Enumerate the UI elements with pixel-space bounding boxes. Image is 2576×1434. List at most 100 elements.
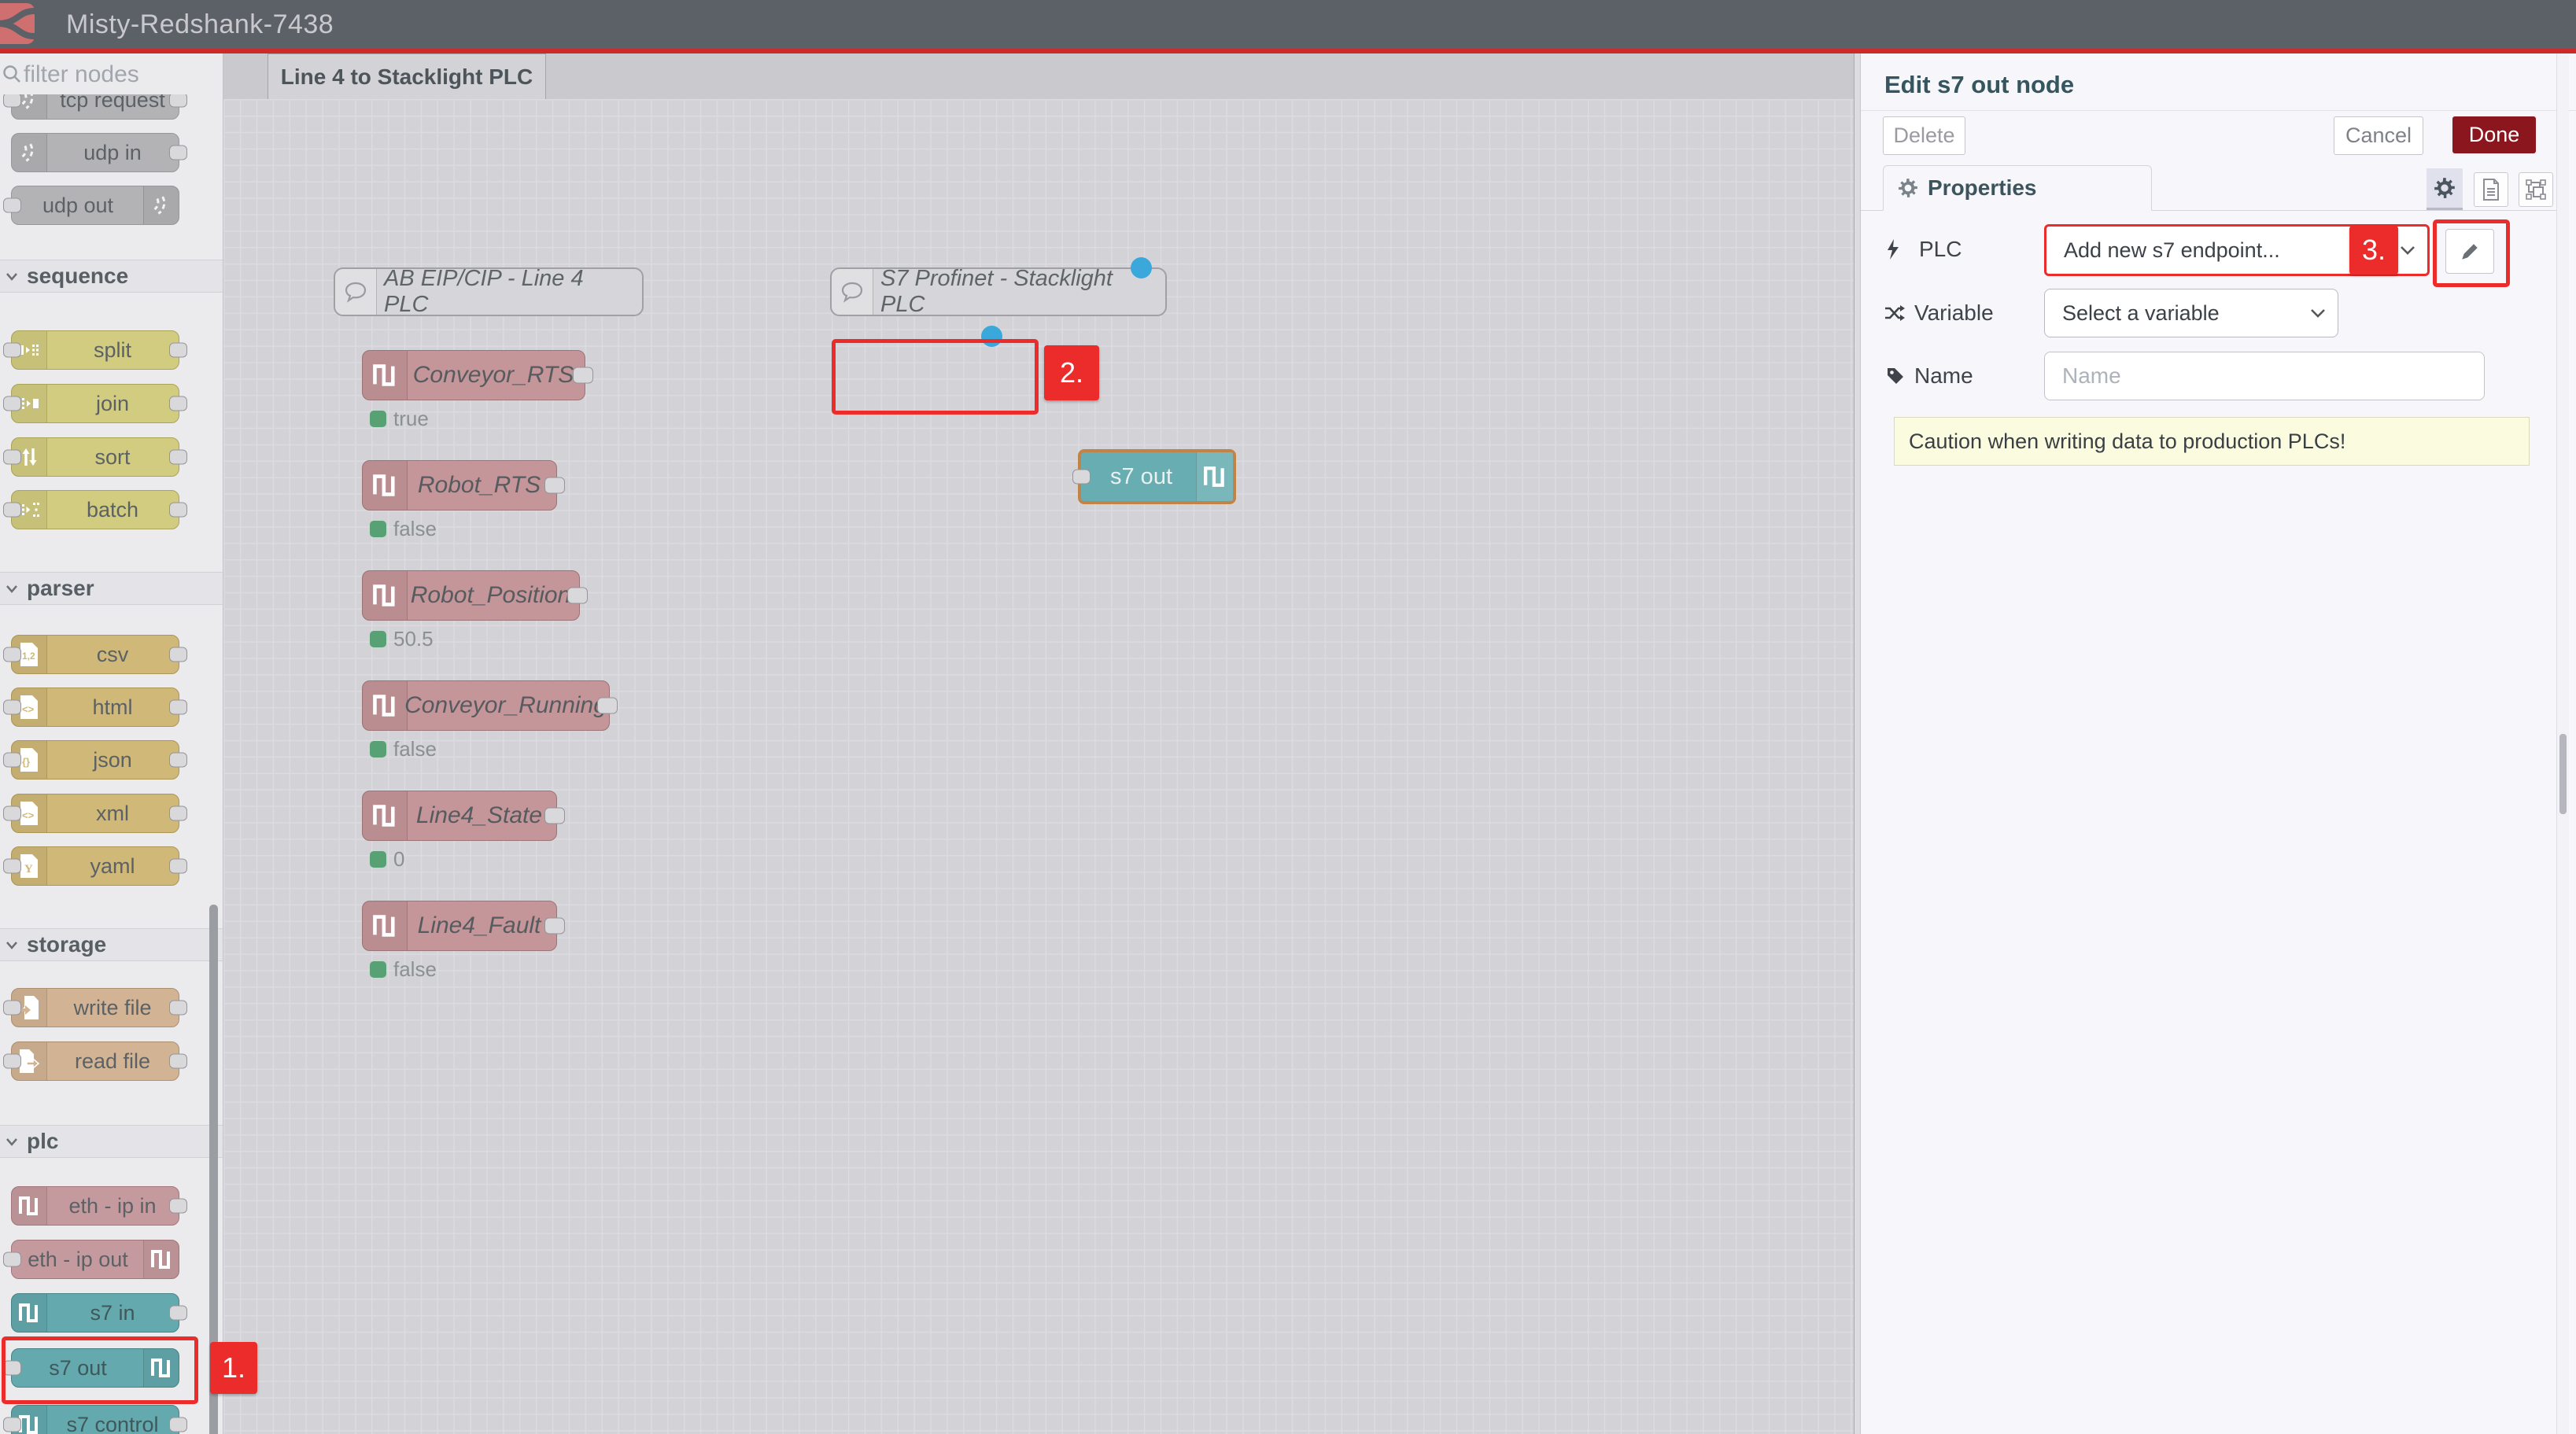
palette-node-join[interactable]: join	[11, 384, 179, 423]
appearance-icon	[2525, 179, 2547, 201]
shuffle-icon	[1884, 304, 1905, 322]
status-dot	[370, 631, 386, 647]
node-status: 50.5	[370, 627, 434, 651]
palette-node-eth-ip-out[interactable]: eth - ip out	[11, 1240, 179, 1279]
palette-node-udp-out[interactable]: udp out	[11, 186, 179, 225]
flow-node-line4-fault[interactable]: Line4_Fault	[362, 901, 557, 951]
flow-node-s7-out-selected[interactable]: s7 out	[1078, 449, 1236, 504]
edit-node-tray: Edit s7 out node Delete Cancel Done Prop…	[1854, 53, 2576, 1434]
appearance-section-button[interactable]	[2519, 172, 2553, 207]
annotation-badge-1: 1.	[210, 1342, 257, 1394]
cancel-button[interactable]: Cancel	[2334, 116, 2423, 155]
palette-node-html[interactable]: <> html	[11, 688, 179, 727]
palette-node-read-file[interactable]: read file	[11, 1041, 179, 1081]
flow-node-line4-state[interactable]: Line4_State	[362, 791, 557, 841]
palette-node-batch[interactable]: batch	[11, 490, 179, 529]
done-button[interactable]: Done	[2452, 116, 2536, 153]
annotation-box-1	[2, 1336, 198, 1404]
comment-label: S7 Profinet - Stacklight PLC	[880, 269, 1157, 315]
pulse-icon	[363, 791, 408, 840]
tray-resize-handle[interactable]	[1854, 53, 1861, 1434]
gear-icon	[1898, 178, 1918, 198]
status-dot	[370, 741, 386, 758]
workspace-tabbar: Line 4 to Stacklight PLC	[223, 53, 1854, 99]
chevron-down-icon	[5, 1135, 19, 1148]
svg-text:<>: <>	[22, 809, 35, 821]
status-dot	[370, 961, 386, 978]
svg-text:Y: Y	[24, 863, 33, 876]
comment-node[interactable]: S7 Profinet - Stacklight PLC	[830, 267, 1167, 316]
pulse-icon	[363, 351, 408, 400]
palette-node-split[interactable]: split	[11, 330, 179, 370]
pulse-icon	[12, 1187, 47, 1225]
palette-node-eth-ip-in[interactable]: eth - ip in	[11, 1186, 179, 1226]
changed-indicator-dot	[1131, 257, 1152, 278]
comment-bubble-icon	[832, 269, 873, 315]
gear-icon	[2434, 177, 2456, 199]
variable-field-label: Variable	[1884, 300, 1994, 326]
document-icon	[2482, 179, 2500, 201]
flow-node-robot-rts[interactable]: Robot_RTS	[362, 460, 557, 511]
palette-category-plc[interactable]: plc	[0, 1125, 223, 1158]
palette-node-s7-in[interactable]: s7 in	[11, 1293, 179, 1333]
delete-button[interactable]: Delete	[1883, 116, 1965, 155]
palette-category-parser[interactable]: parser	[0, 572, 223, 605]
palette-category-storage[interactable]: storage	[0, 928, 223, 961]
properties-section-button[interactable]	[2427, 168, 2463, 210]
tray-title: Edit s7 out node	[1884, 71, 2074, 99]
annotation-badge-2: 2.	[1044, 345, 1099, 400]
svg-text:<>: <>	[22, 703, 35, 715]
app-header: Misty-Redshank-7438	[0, 0, 2576, 49]
tray-scrollbar[interactable]	[2556, 53, 2569, 1434]
annotation-box-3	[2433, 219, 2510, 287]
comment-bubble-icon	[335, 269, 377, 315]
tray-scrollbar-thumb[interactable]	[2559, 734, 2567, 814]
palette-node-s7-control[interactable]: s7 control	[11, 1405, 179, 1434]
tab-properties[interactable]: Properties	[1883, 165, 2152, 211]
node-status: 0	[370, 847, 404, 872]
status-dot	[370, 411, 386, 427]
palette-node-xml[interactable]: <> xml	[11, 794, 179, 833]
flow-node-conveyor-rts[interactable]: Conveyor_RTS	[362, 350, 585, 400]
palette-node-json[interactable]: {} json	[11, 740, 179, 780]
palette-node-yaml[interactable]: Y yaml	[11, 846, 179, 886]
lightning-icon	[1886, 239, 1900, 260]
pulse-icon	[363, 571, 408, 620]
pulse-icon	[363, 901, 408, 950]
chevron-down-icon	[5, 938, 19, 951]
palette-node-csv[interactable]: 1,2 csv	[11, 635, 179, 674]
palette-category-sequence[interactable]: sequence	[0, 260, 223, 293]
node-status: false	[370, 737, 437, 761]
palette-node-sort[interactable]: sort	[11, 437, 179, 477]
flow-node-conveyor-running[interactable]: Conveyor_Running	[362, 680, 610, 731]
description-section-button[interactable]	[2474, 172, 2508, 207]
wifi-icon	[143, 186, 179, 224]
pulse-icon	[143, 1240, 179, 1278]
chevron-down-icon	[2399, 245, 2416, 256]
chevron-down-icon	[2309, 308, 2327, 319]
node-palette: tcp request filter nodes udp in udp out …	[0, 53, 223, 1434]
flow-tab-label: Line 4 to Stacklight PLC	[281, 65, 533, 90]
properties-tab-label: Properties	[1928, 175, 2037, 201]
status-dot	[370, 851, 386, 868]
palette-filter[interactable]: filter nodes	[0, 53, 223, 94]
search-icon	[2, 64, 22, 84]
annotation-badge-3: 3.	[2349, 226, 2398, 275]
name-field-label: Name	[1886, 363, 1973, 389]
svg-text:1,2: 1,2	[22, 651, 35, 662]
palette-node-write-file[interactable]: write file	[11, 988, 179, 1027]
workspace-title: Misty-Redshank-7438	[66, 9, 334, 40]
variable-select[interactable]: Select a variable	[2044, 289, 2338, 337]
node-red-logo-icon	[0, 0, 55, 49]
pulse-icon	[12, 1294, 47, 1332]
plc-field-label: PLC	[1886, 237, 1962, 262]
flow-node-robot-position[interactable]: Robot_Position	[362, 570, 580, 621]
flow-canvas[interactable]: AB EIP/CIP - Line 4 PLC S7 Profinet - St…	[223, 99, 1854, 1434]
status-dot	[370, 521, 386, 537]
name-input[interactable]	[2044, 352, 2485, 400]
caution-message: Caution when writing data to production …	[1894, 417, 2530, 466]
pulse-icon	[1196, 452, 1233, 501]
comment-node[interactable]: AB EIP/CIP - Line 4 PLC	[334, 267, 644, 316]
palette-node-udp-in[interactable]: udp in	[11, 133, 179, 172]
flow-tab[interactable]: Line 4 to Stacklight PLC	[268, 53, 546, 99]
